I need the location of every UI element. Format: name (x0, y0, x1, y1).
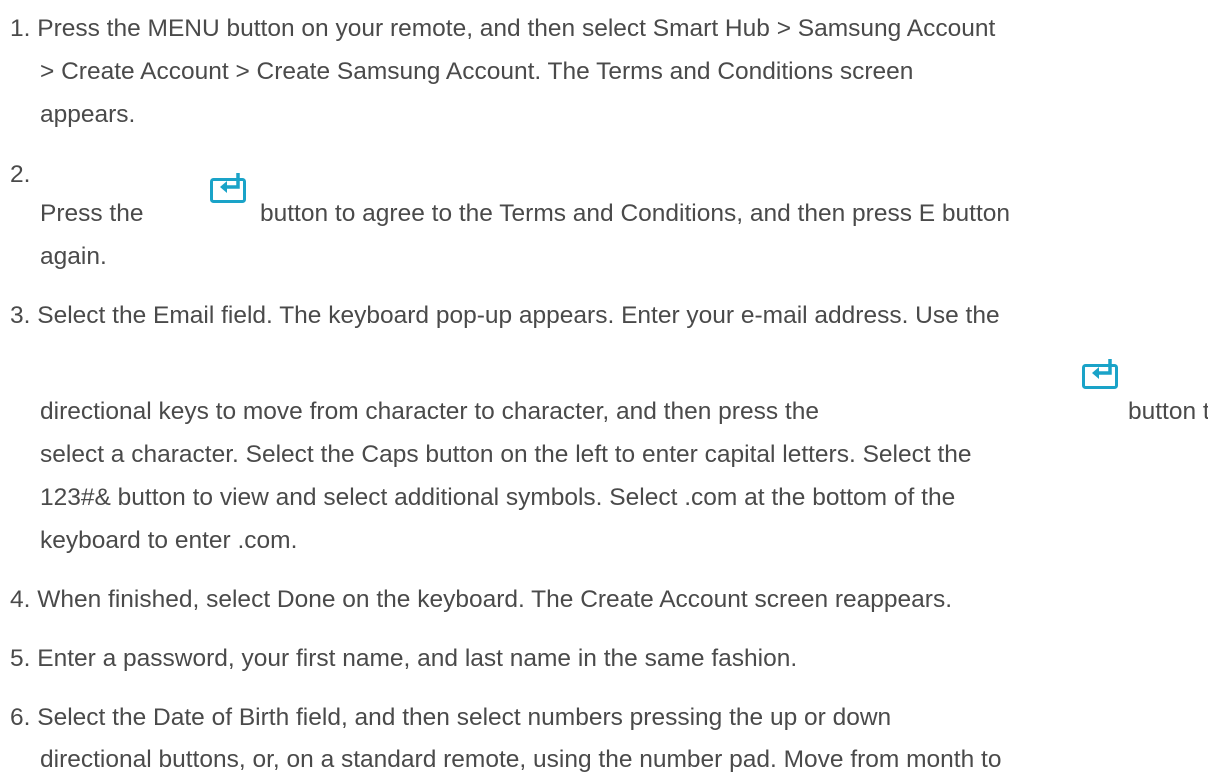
step-2-line-1-before: Press the (40, 200, 144, 227)
step-3-line-4: 123#& button to view and select addition… (40, 484, 956, 511)
enter-key-icon (210, 172, 248, 204)
step-text: Select the Email field. The keyboard pop… (37, 302, 1000, 329)
step-3-line-2-after: button to (1128, 398, 1208, 425)
step-1-line-1: 1. Press the MENU button on your remote,… (10, 15, 995, 43)
step-text: Press the MENU button on your remote, an… (37, 15, 996, 42)
step-text: Enter a password, your first name, and l… (37, 645, 798, 672)
page: { "steps": [ { "number": "1.", "lines": … (0, 0, 1208, 776)
step-text: When finished, select Done on the keyboa… (37, 586, 953, 613)
step-4-line-1: 4. When finished, select Done on the key… (10, 586, 952, 614)
step-number: 3. (10, 302, 31, 329)
step-5-line-1: 5. Enter a password, your first name, an… (10, 645, 797, 673)
step-text: Select the Date of Birth field, and then… (37, 704, 892, 731)
step-number: 4. (10, 586, 31, 613)
step-1-line-2: > Create Account > Create Samsung Accoun… (40, 58, 914, 85)
step-6-line-1: 6. Select the Date of Birth field, and t… (10, 704, 891, 732)
step-3-line-5: keyboard to enter .com. (40, 527, 298, 554)
enter-key-icon (1082, 358, 1120, 390)
step-6-line-2: directional buttons, or, on a standard r… (40, 746, 1002, 773)
step-2-line-1-after: button to agree to the Terms and Conditi… (260, 200, 1011, 227)
step-1-line-3: appears. (40, 101, 136, 128)
step-number: 2. (10, 161, 31, 188)
step-number: 6. (10, 704, 31, 731)
step-number: 1. (10, 15, 31, 42)
step-number: 5. (10, 645, 31, 672)
step-3-line-1: 3. Select the Email field. The keyboard … (10, 302, 1000, 330)
step-2-line-2: again. (40, 243, 107, 270)
step-3-line-2-before: directional keys to move from character … (40, 398, 819, 425)
step-3-line-3: select a character. Select the Caps butt… (40, 441, 972, 468)
